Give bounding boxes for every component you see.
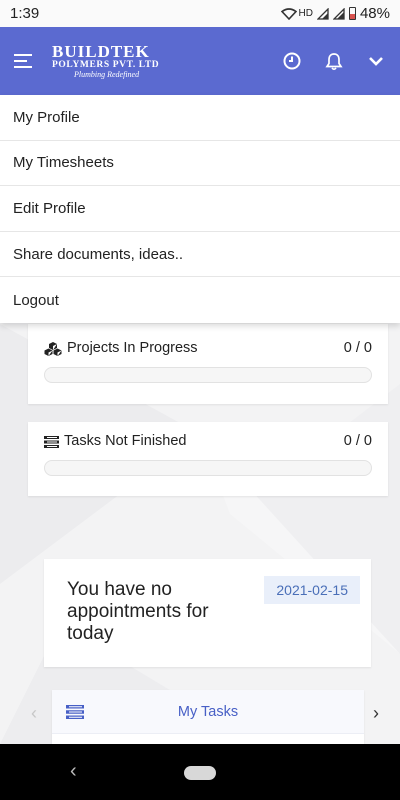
logo-tagline: Plumbing Redefined xyxy=(74,70,140,80)
menu-item-my-profile[interactable]: My Profile xyxy=(0,95,400,141)
home-pill-icon[interactable] xyxy=(184,766,216,780)
my-tasks-header[interactable]: My Tasks xyxy=(52,690,364,734)
appointments-card: You have no appointments for today 2021-… xyxy=(44,559,371,667)
clock-icon[interactable] xyxy=(282,51,302,71)
wifi-icon xyxy=(280,7,297,20)
projects-row: Projects In Progress 0 / 0 xyxy=(44,340,372,356)
tasks-label: Tasks Not Finished xyxy=(64,433,187,449)
projects-count: 0 / 0 xyxy=(343,340,372,356)
logo[interactable]: BUILDTEK POLYMERS PVT. LTD Plumbing Rede… xyxy=(52,43,159,80)
chevron-right-icon[interactable]: › xyxy=(373,703,379,724)
status-icons: HD 48% xyxy=(280,5,390,22)
projects-progress-bar xyxy=(44,367,372,383)
menu-item-share-documents[interactable]: Share documents, ideas.. xyxy=(0,232,400,278)
menu-item-logout[interactable]: Logout xyxy=(0,277,400,323)
signal-icon xyxy=(316,7,329,20)
tasks-card[interactable]: Tasks Not Finished 0 / 0 xyxy=(28,422,388,496)
menu-item-edit-profile[interactable]: Edit Profile xyxy=(0,186,400,232)
my-tasks-label: My Tasks xyxy=(177,703,239,720)
cubes-icon xyxy=(44,341,62,356)
appointments-date-badge: 2021-02-15 xyxy=(264,576,360,604)
projects-card[interactable]: Projects In Progress 0 / 0 xyxy=(28,324,388,404)
network-type: HD xyxy=(298,8,313,19)
logo-name: BUILDTEK xyxy=(52,41,150,61)
appointments-message: You have no appointments for today xyxy=(67,579,209,644)
app-header: BUILDTEK POLYMERS PVT. LTD Plumbing Rede… xyxy=(0,27,400,95)
chevron-left-icon[interactable]: ‹ xyxy=(31,703,37,724)
menu-icon[interactable] xyxy=(14,54,32,68)
chevron-down-icon[interactable] xyxy=(366,51,386,71)
tasks-row: Tasks Not Finished 0 / 0 xyxy=(44,433,372,449)
list-icon xyxy=(44,435,59,448)
signal-icon xyxy=(332,7,345,20)
tasks-count: 0 / 0 xyxy=(343,433,372,449)
status-time: 1:39 xyxy=(10,5,40,22)
status-bar: 1:39 HD 48% xyxy=(0,0,400,27)
battery-icon xyxy=(348,7,356,20)
battery-percent: 48% xyxy=(359,5,390,22)
my-tasks-card[interactable]: My Tasks xyxy=(52,690,364,744)
header-actions xyxy=(282,51,386,71)
menu-item-my-timesheets[interactable]: My Timesheets xyxy=(0,141,400,187)
bell-icon[interactable] xyxy=(324,51,344,71)
back-icon[interactable]: ‹ xyxy=(70,760,77,783)
tasks-progress-bar xyxy=(44,460,372,476)
user-dropdown-menu: My Profile My Timesheets Edit Profile Sh… xyxy=(0,95,400,323)
projects-label: Projects In Progress xyxy=(67,340,198,356)
logo-subtitle: POLYMERS PVT. LTD xyxy=(52,59,160,70)
system-nav-bar: ‹ xyxy=(0,744,400,800)
